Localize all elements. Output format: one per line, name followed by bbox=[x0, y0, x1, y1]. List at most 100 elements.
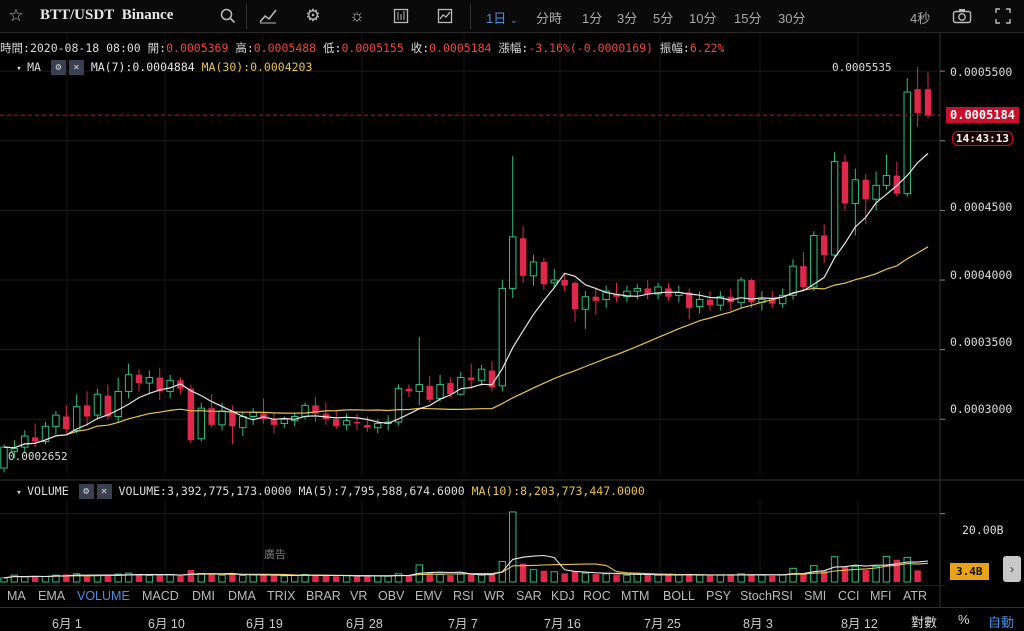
volume-bar bbox=[280, 575, 289, 583]
volume-bar bbox=[208, 574, 215, 582]
indicator-tab[interactable]: ROC bbox=[583, 589, 611, 603]
volume-close-icon[interactable]: ✕ bbox=[96, 484, 112, 499]
ad-label[interactable]: 廣告 bbox=[264, 546, 286, 562]
candle-body bbox=[519, 238, 527, 276]
interval-1m[interactable]: 1分 bbox=[582, 8, 602, 27]
indicator-tab[interactable]: RSI bbox=[453, 589, 474, 603]
refresh-rate[interactable]: 4秒 bbox=[910, 8, 930, 27]
indicator-tab[interactable]: OBV bbox=[378, 589, 404, 603]
volume-bar bbox=[903, 556, 911, 583]
search-icon[interactable] bbox=[216, 5, 240, 27]
indicator-tab[interactable]: VR bbox=[350, 589, 367, 603]
candle-body bbox=[374, 422, 382, 429]
compare-chart-icon[interactable] bbox=[433, 5, 457, 27]
volume-bar bbox=[644, 574, 651, 582]
price-axis-label: 0.0003500 bbox=[950, 335, 1013, 349]
fullscreen-icon[interactable] bbox=[991, 5, 1015, 27]
chart-canvas[interactable] bbox=[0, 0, 1024, 631]
camera-icon[interactable] bbox=[950, 5, 974, 27]
interval-15m[interactable]: 15分 bbox=[734, 8, 761, 27]
interval-1d[interactable]: 1日 ⌄ bbox=[486, 8, 517, 27]
indicator-tab[interactable]: PSY bbox=[706, 589, 731, 603]
interval-timeshare[interactable]: 分時 bbox=[536, 8, 562, 27]
candle-body bbox=[862, 179, 869, 200]
volume-indicator-name: VOLUME bbox=[27, 484, 69, 498]
candle-body bbox=[571, 282, 579, 310]
candle-body bbox=[467, 377, 475, 381]
indicator-tab[interactable]: ATR bbox=[903, 589, 927, 603]
indicator-tab[interactable]: EMA bbox=[38, 589, 65, 603]
indicator-tab[interactable]: MFI bbox=[870, 589, 892, 603]
scroll-right-icon[interactable]: › bbox=[1003, 556, 1021, 582]
volume-bar bbox=[519, 563, 527, 582]
interval-3m[interactable]: 3分 bbox=[617, 8, 637, 27]
volume-bar bbox=[477, 574, 486, 583]
date-tick: 6月 10 bbox=[148, 617, 185, 631]
open-label: 開: bbox=[147, 41, 167, 55]
candle-body bbox=[872, 184, 880, 200]
indicator-tab[interactable]: SMI bbox=[804, 589, 826, 603]
candle-body bbox=[239, 416, 247, 429]
interval-10m[interactable]: 10分 bbox=[689, 8, 716, 27]
volume-bar bbox=[290, 575, 299, 583]
ma-settings-gear-icon[interactable]: ⚙ bbox=[50, 60, 66, 75]
toolbar-divider bbox=[246, 4, 247, 29]
date-tick: 7月 7 bbox=[448, 617, 478, 631]
volume-bar bbox=[633, 573, 642, 583]
candle-body bbox=[436, 383, 444, 399]
indicator-tab[interactable]: SAR bbox=[516, 589, 542, 603]
indicator-tab[interactable]: DMI bbox=[192, 589, 215, 603]
volume-bar bbox=[322, 575, 330, 582]
indicator-tab[interactable]: KDJ bbox=[551, 589, 575, 603]
indicator-panel-icon[interactable] bbox=[389, 5, 413, 27]
volume-bar bbox=[145, 575, 154, 583]
star-icon[interactable]: ☆ bbox=[4, 5, 28, 27]
candle-body bbox=[0, 446, 8, 469]
indicator-tab[interactable]: CCI bbox=[838, 589, 860, 603]
theme-sun-icon[interactable]: ☼ bbox=[345, 5, 369, 27]
volume-settings-gear-icon[interactable]: ⚙ bbox=[78, 484, 94, 499]
last-price-tag: 0.0005184 bbox=[946, 107, 1020, 123]
indicator-tab[interactable]: DMA bbox=[228, 589, 256, 603]
candle-body bbox=[197, 407, 205, 440]
volume-bar bbox=[758, 574, 766, 583]
interval-30m[interactable]: 30分 bbox=[778, 8, 805, 27]
candle-body bbox=[737, 279, 745, 303]
date-tick: 7月 25 bbox=[644, 617, 681, 631]
chevron-down-icon: ⌄ bbox=[509, 15, 518, 25]
candle-body bbox=[477, 368, 486, 381]
indicator-tab[interactable]: MACD bbox=[142, 589, 179, 603]
volume-bar bbox=[540, 570, 548, 582]
indicator-tab[interactable]: VOLUME bbox=[77, 589, 130, 603]
indicator-tab[interactable]: BRAR bbox=[306, 589, 341, 603]
indicator-tab[interactable]: MA bbox=[7, 589, 26, 603]
volume-bar bbox=[104, 575, 112, 582]
candle-body bbox=[550, 279, 558, 284]
settings-gear-icon[interactable]: ⚙ bbox=[301, 5, 325, 27]
ma-close-icon[interactable]: ✕ bbox=[68, 60, 84, 75]
volume-bar bbox=[613, 574, 620, 582]
time-value: 2020-08-18 08:00 bbox=[29, 41, 141, 55]
ma7-line bbox=[3, 153, 929, 449]
interval-5m[interactable]: 5分 bbox=[653, 8, 673, 27]
date-tick: 8月 12 bbox=[841, 617, 878, 631]
indicator-tab[interactable]: WR bbox=[484, 589, 505, 603]
volume-bar bbox=[665, 575, 672, 582]
auto-scale-button[interactable]: 自動 bbox=[988, 612, 1014, 631]
indicator-tab[interactable]: StochRSI bbox=[740, 589, 793, 603]
indicator-tab[interactable]: EMV bbox=[415, 589, 442, 603]
percent-scale-button[interactable]: % bbox=[958, 612, 970, 627]
volume-bar bbox=[436, 573, 444, 583]
chart-type-icon[interactable] bbox=[256, 5, 280, 27]
indicator-tab[interactable]: BOLL bbox=[663, 589, 695, 603]
volume-bar bbox=[447, 575, 454, 582]
candle-body bbox=[706, 299, 714, 306]
collapse-arrow-icon[interactable]: ▾ bbox=[0, 488, 27, 498]
candle-body bbox=[695, 299, 704, 307]
indicator-tab[interactable]: MTM bbox=[621, 589, 649, 603]
collapse-arrow-icon[interactable]: ▾ bbox=[0, 64, 27, 74]
volume-bar bbox=[716, 574, 725, 583]
log-scale-button[interactable]: 對數 bbox=[911, 612, 937, 631]
candle-body bbox=[561, 280, 568, 286]
indicator-tab[interactable]: TRIX bbox=[267, 589, 295, 603]
